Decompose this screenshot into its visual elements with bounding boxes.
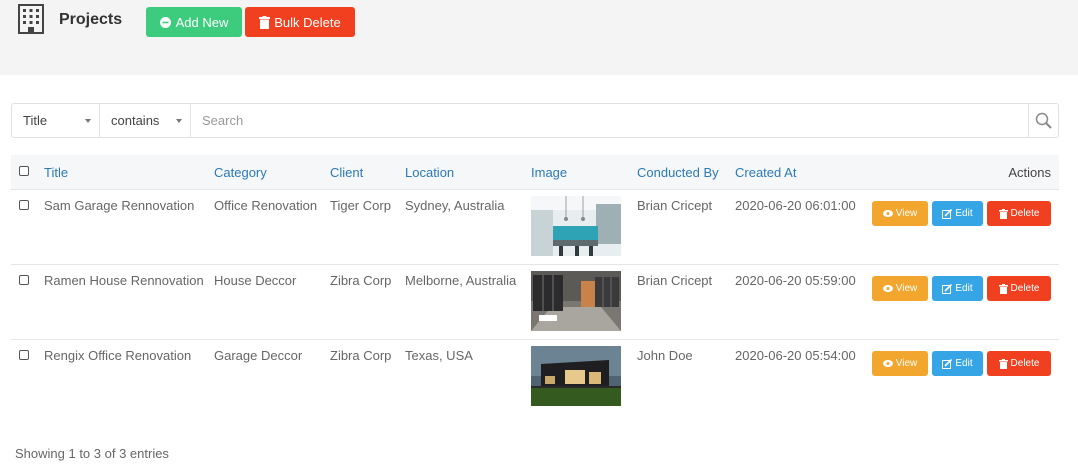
row-location: Texas, USA <box>405 348 473 363</box>
edit-label: Edit <box>955 358 973 369</box>
operator-select[interactable]: contains <box>100 104 191 137</box>
row-location: Melborne, Australia <box>405 273 517 288</box>
table-row: Sam Garage Rennovation Office Renovation… <box>11 190 1059 265</box>
delete-label: Delete <box>1010 358 1040 369</box>
edit-button[interactable]: Edit <box>932 351 983 376</box>
row-created-at: 2020-06-20 05:54:00 <box>735 348 856 363</box>
edit-label: Edit <box>955 208 973 219</box>
row-conducted-by: John Doe <box>637 348 693 363</box>
view-button[interactable]: View <box>872 276 928 301</box>
delete-button[interactable]: Delete <box>987 276 1051 301</box>
edit-button[interactable]: Edit <box>932 201 983 226</box>
bulk-delete-button[interactable]: Bulk Delete <box>245 7 355 37</box>
delete-button[interactable]: Delete <box>987 201 1051 226</box>
column-actions: Actions <box>1008 165 1051 180</box>
column-created-at[interactable]: Created At <box>735 165 796 180</box>
row-checkbox[interactable] <box>19 200 29 210</box>
table-row: Ramen House Rennovation House Deccor Zib… <box>11 265 1059 340</box>
edit-icon <box>942 283 953 294</box>
trash-icon <box>259 15 271 29</box>
column-image[interactable]: Image <box>531 165 567 180</box>
view-label: View <box>895 208 918 219</box>
row-location: Sydney, Australia <box>405 198 505 213</box>
field-select-value: Title <box>23 113 48 128</box>
edit-icon <box>942 208 953 219</box>
column-client[interactable]: Client <box>330 165 363 180</box>
column-category[interactable]: Category <box>214 165 267 180</box>
eye-icon <box>882 360 893 367</box>
row-client: Zibra Corp <box>330 273 392 288</box>
page-header: Projects Add New Bulk Delete <box>0 0 1078 75</box>
row-category: Garage Deccor <box>214 348 303 363</box>
row-client: Zibra Corp <box>330 348 392 363</box>
row-checkbox[interactable] <box>19 275 29 285</box>
add-new-label: Add New <box>175 14 229 30</box>
view-button[interactable]: View <box>872 351 928 376</box>
search-button[interactable] <box>1028 104 1058 137</box>
table-header: Title Category Client Location Image Con… <box>11 155 1059 190</box>
column-location[interactable]: Location <box>405 165 454 180</box>
delete-label: Delete <box>1010 208 1040 219</box>
row-category: Office Renovation <box>214 198 318 213</box>
row-title: Sam Garage Rennovation <box>44 198 195 213</box>
search-input[interactable] <box>191 104 1028 137</box>
project-image <box>531 271 621 331</box>
view-button[interactable]: View <box>872 201 928 226</box>
trash-icon <box>998 208 1008 219</box>
field-select[interactable]: Title <box>12 104 100 137</box>
building-icon <box>18 4 44 34</box>
delete-label: Delete <box>1010 283 1040 294</box>
add-new-button[interactable]: Add New <box>146 7 242 37</box>
row-created-at: 2020-06-20 05:59:00 <box>735 273 856 288</box>
row-category: House Deccor <box>214 273 297 288</box>
view-label: View <box>895 283 918 294</box>
table-row: Rengix Office Renovation Garage Deccor Z… <box>11 340 1059 415</box>
chevron-down-icon <box>176 118 182 123</box>
column-conducted-by[interactable]: Conducted By <box>637 165 719 180</box>
trash-icon <box>998 358 1008 369</box>
eye-icon <box>882 285 893 292</box>
row-conducted-by: Brian Cricept <box>637 273 713 288</box>
page-title: Projects <box>59 11 123 28</box>
view-label: View <box>895 358 918 369</box>
edit-label: Edit <box>955 283 973 294</box>
bulk-delete-label: Bulk Delete <box>274 14 341 30</box>
plus-circle-icon <box>159 16 171 28</box>
row-title: Rengix Office Renovation <box>44 348 192 363</box>
pagination-info: Showing 1 to 3 of 3 entries <box>15 446 169 461</box>
row-created-at: 2020-06-20 06:01:00 <box>735 198 856 213</box>
row-client: Tiger Corp <box>330 198 391 213</box>
edit-button[interactable]: Edit <box>932 276 983 301</box>
search-icon <box>1035 112 1052 129</box>
row-title: Ramen House Rennovation <box>44 273 204 288</box>
delete-button[interactable]: Delete <box>987 351 1051 376</box>
chevron-down-icon <box>85 118 91 123</box>
eye-icon <box>882 210 893 217</box>
edit-icon <box>942 358 953 369</box>
operator-select-value: contains <box>111 113 160 128</box>
select-all-checkbox[interactable] <box>19 166 29 176</box>
project-image <box>531 346 621 406</box>
search-bar: Title contains <box>11 103 1059 138</box>
trash-icon <box>998 283 1008 294</box>
column-title[interactable]: Title <box>44 165 68 180</box>
row-checkbox[interactable] <box>19 350 29 360</box>
row-conducted-by: Brian Cricept <box>637 198 713 213</box>
project-image <box>531 196 621 256</box>
